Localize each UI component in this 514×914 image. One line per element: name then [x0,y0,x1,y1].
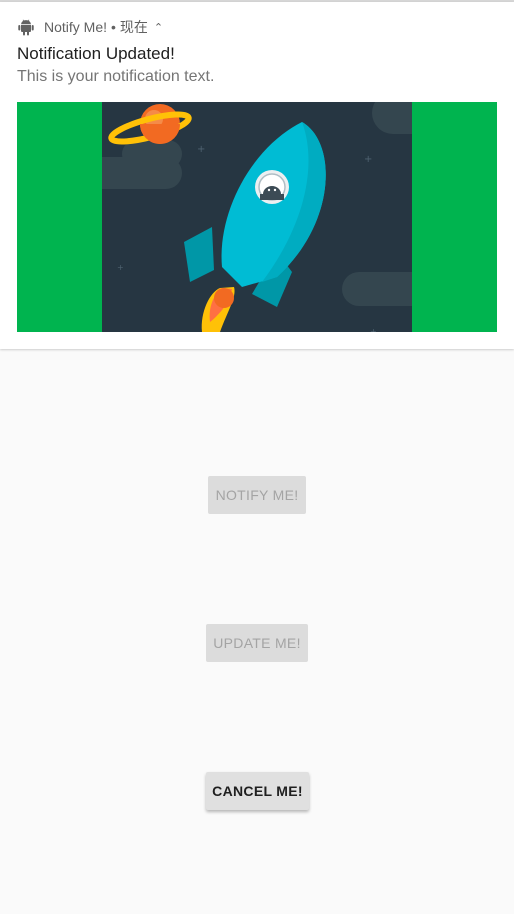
notification-card[interactable]: Notify Me! • 现在 ⌃ Notification Updated! … [0,2,514,349]
notification-text: This is your notification text. [17,68,215,85]
notification-time: 现在 [119,19,148,35]
svg-text:+: + [197,144,205,155]
chevron-up-icon[interactable]: ⌃ [154,21,163,34]
svg-text:+: + [117,263,124,272]
notification-header: Notify Me! • 现在 ⌃ [17,16,163,38]
android-icon [17,18,35,36]
app-name: Notify Me! [44,19,108,35]
rocket-illustration: + + + + [102,102,412,332]
update-me-button[interactable]: UPDATE ME! [206,624,308,662]
svg-text:+: + [364,154,372,165]
svg-text:+: + [370,327,377,332]
notification-big-picture: + + + + [17,102,497,332]
cancel-me-button[interactable]: CANCEL ME! [206,772,309,810]
notify-me-button[interactable]: NOTIFY ME! [208,476,306,514]
notification-title: Notification Updated! [17,44,175,63]
header-separator: • [111,19,116,35]
